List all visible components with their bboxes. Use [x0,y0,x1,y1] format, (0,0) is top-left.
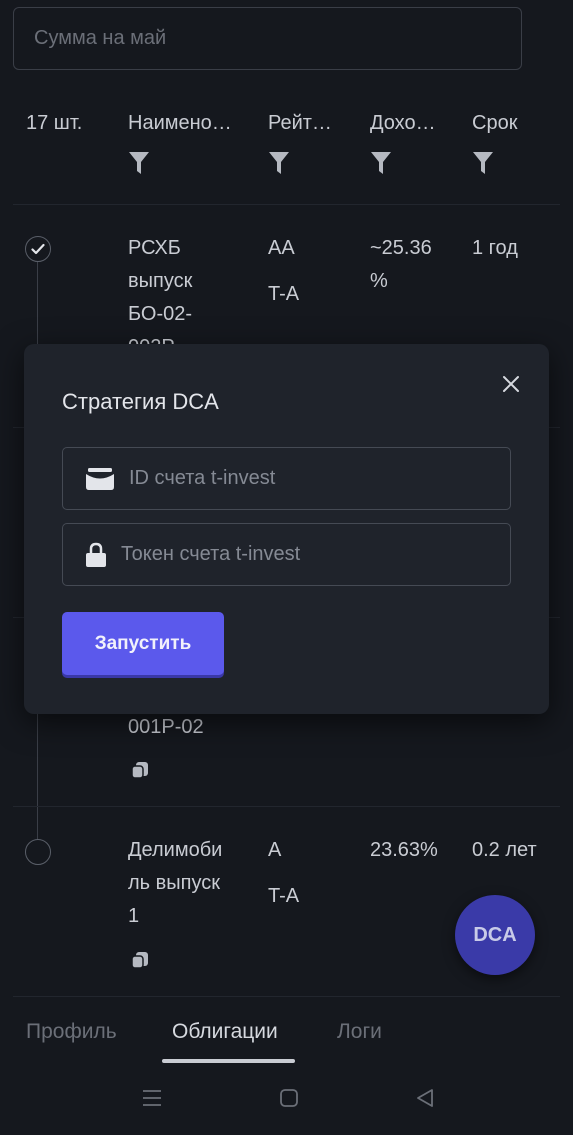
close-icon[interactable] [501,374,521,394]
token-placeholder: Токен счета t-invest [121,543,301,565]
token-field[interactable]: Токен счета t-invest [62,523,511,586]
lock-icon [85,542,107,568]
modal-title: Стратегия DCA [62,389,219,414]
modal-overlay: Стратегия DCA ID счета t-invest Токен сч… [0,0,573,1135]
dca-strategy-modal: Стратегия DCA ID счета t-invest Токен сч… [24,344,549,714]
run-button[interactable]: Запустить [62,612,224,675]
account-id-field[interactable]: ID счета t-invest [62,447,511,510]
wallet-icon [85,467,115,491]
account-id-placeholder: ID счета t-invest [129,467,276,489]
